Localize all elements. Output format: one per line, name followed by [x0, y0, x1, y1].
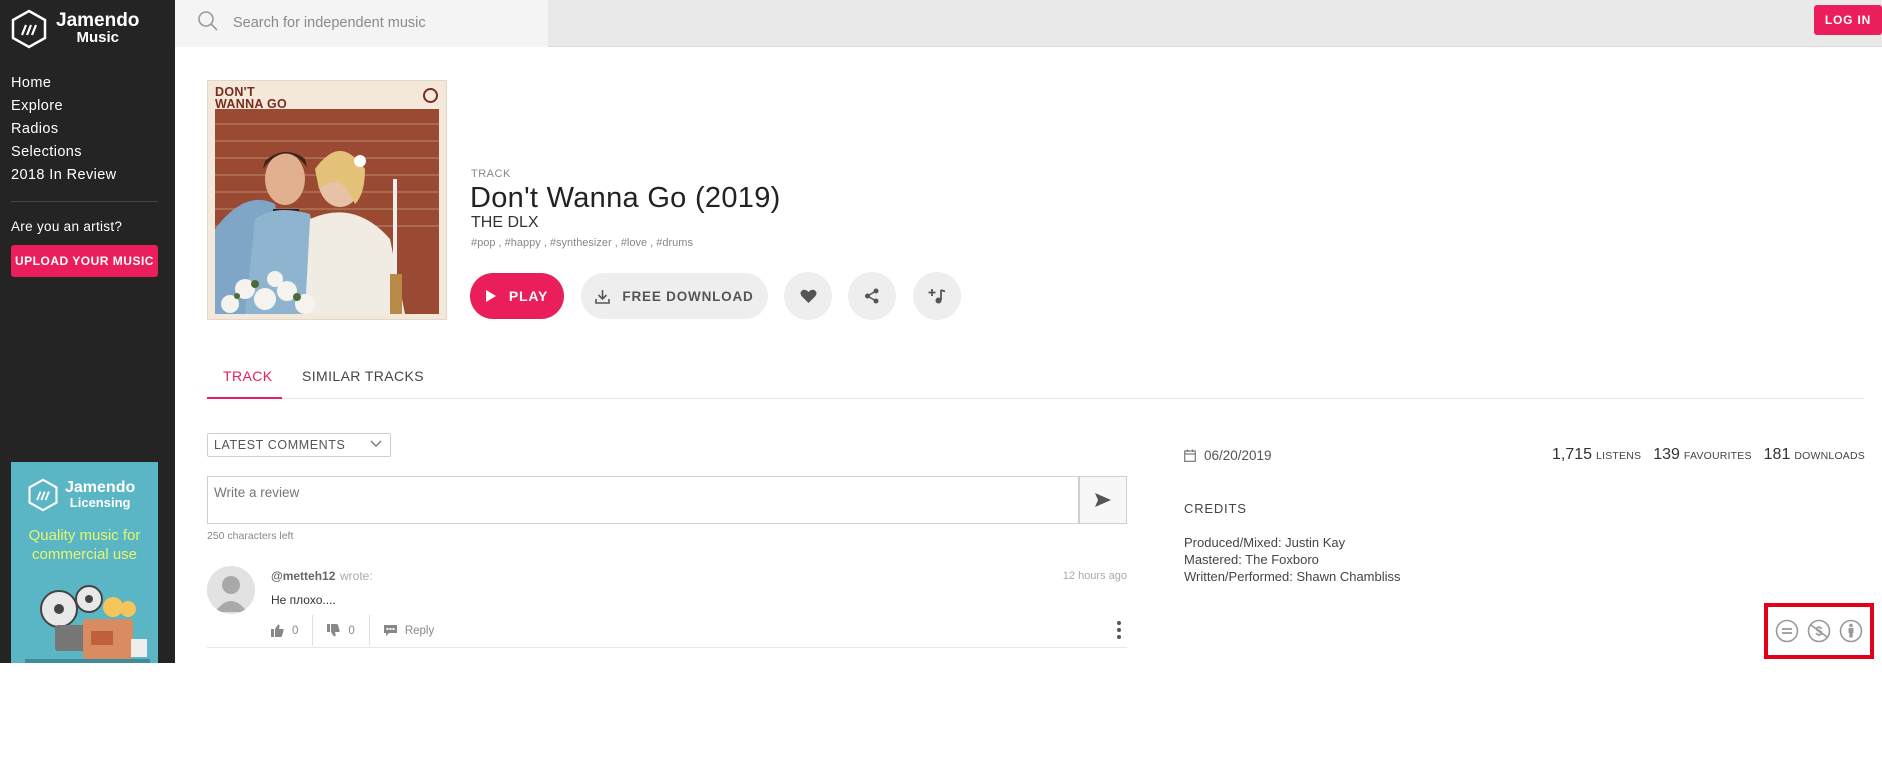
share-icon: [865, 288, 879, 304]
brand-subname: Music: [76, 29, 119, 46]
thumbs-down-icon: [327, 624, 341, 637]
favourites-count: 139: [1653, 446, 1680, 463]
listens-label: LISTENS: [1596, 450, 1642, 462]
upload-music-button[interactable]: UPLOAD YOUR MUSIC: [11, 245, 158, 277]
promo-brand-name: Jamendo: [65, 479, 136, 496]
artist-question: Are you an artist?: [11, 219, 123, 234]
comment-timestamp: 12 hours ago: [1062, 570, 1127, 582]
track-stats: 1,715 LISTENS 139 FAVOURITES 181 DOWNLOA…: [1552, 446, 1865, 464]
page-root: Jamendo Music Home Explore Radios Select…: [0, 0, 1882, 759]
album-cover[interactable]: DON'T WANNA GO: [207, 80, 447, 320]
default-avatar-icon: [207, 566, 255, 614]
license-icons-highlight: $: [1764, 603, 1874, 659]
comment-wrote-label: wrote:: [340, 569, 373, 583]
play-button[interactable]: PLAY: [470, 273, 564, 319]
brand-name: Jamendo: [56, 10, 140, 31]
licensing-promo-banner[interactable]: Jamendo Licensing Quality music for comm…: [11, 462, 158, 663]
sidebar-item-radios[interactable]: Radios: [11, 118, 117, 141]
credit-line: Produced/Mixed: Justin Kay: [1184, 535, 1346, 550]
calendar-icon: [1184, 449, 1196, 462]
track-type-label: TRACK: [471, 168, 511, 180]
release-date-value: 06/20/2019: [1204, 448, 1272, 463]
track-tags[interactable]: #pop , #happy , #synthesizer , #love , #…: [471, 237, 693, 249]
action-separator: [312, 615, 314, 646]
sidebar-item-home[interactable]: Home: [11, 72, 117, 95]
credit-line: Written/Performed: Shawn Chambliss: [1184, 569, 1401, 584]
comment-text: Не плохо....: [271, 593, 336, 607]
play-label: PLAY: [508, 288, 549, 304]
attribution-icon[interactable]: [1839, 619, 1863, 643]
like-button[interactable]: 0: [271, 615, 298, 646]
chevron-down-icon: [370, 440, 382, 447]
login-button[interactable]: LOG IN: [1814, 5, 1882, 35]
comment-actions: 0 0 Reply: [271, 615, 434, 646]
heart-icon: [800, 289, 816, 303]
downloads-label: DOWNLOADS: [1794, 450, 1865, 462]
reply-icon: [383, 625, 397, 636]
comment-username[interactable]: @metteh12: [271, 569, 335, 583]
action-separator: [368, 615, 370, 646]
avatar[interactable]: [207, 566, 255, 614]
reply-button[interactable]: Reply: [383, 615, 435, 646]
sidebar-divider: [11, 201, 158, 202]
promo-brand-sub: Licensing: [69, 495, 131, 510]
jamendo-logo[interactable]: Jamendo Music: [10, 9, 139, 49]
content-tabs: TRACK SIMILAR TRACKS: [207, 356, 1864, 399]
review-textarea[interactable]: [207, 476, 1079, 524]
add-to-playlist-button[interactable]: [913, 272, 961, 320]
licensing-logo: Jamendo Licensing: [27, 478, 135, 512]
comment-item: @metteh12 wrote: 12 hours ago Не плохо..…: [207, 566, 1127, 648]
active-tab-indicator: [207, 397, 282, 399]
thumbs-up-icon: [271, 624, 284, 637]
tab-similar-tracks[interactable]: SIMILAR TRACKS: [302, 368, 424, 384]
add-to-playlist-icon: [928, 289, 946, 304]
sidebar-item-explore[interactable]: Explore: [11, 95, 117, 118]
sidebar-nav: Home Explore Radios Selections 2018 In R…: [11, 72, 117, 187]
characters-left-counter: 250 characters left: [207, 530, 294, 542]
search-icon[interactable]: [197, 10, 219, 32]
favourites-label: FAVOURITES: [1683, 450, 1752, 462]
sidebar: Jamendo Music Home Explore Radios Select…: [0, 0, 175, 663]
tab-track[interactable]: TRACK: [223, 368, 272, 384]
non-commercial-icon[interactable]: $: [1807, 619, 1831, 643]
like-count: 0: [292, 624, 299, 637]
cover-label-badge-icon: [423, 88, 438, 103]
share-button[interactable]: [848, 272, 896, 320]
track-title: Don't Wanna Go (2019): [470, 182, 781, 214]
jamendo-hexagon-icon: [11, 9, 47, 49]
credit-line: Mastered: The Foxboro: [1184, 552, 1319, 567]
sidebar-item-selections[interactable]: Selections: [11, 141, 117, 164]
free-download-button[interactable]: FREE DOWNLOAD: [581, 273, 768, 319]
credits-heading: CREDITS: [1184, 501, 1247, 516]
cover-photo-image: [215, 109, 439, 314]
free-download-label: FREE DOWNLOAD: [622, 288, 754, 304]
comment-sort-value: LATEST COMMENTS: [214, 438, 346, 452]
play-icon: [485, 290, 496, 302]
listens-count: 1,715: [1552, 446, 1593, 463]
dislike-count: 0: [348, 624, 355, 637]
favourite-button[interactable]: [784, 272, 832, 320]
downloads-count: 181: [1763, 446, 1791, 463]
send-review-button[interactable]: [1079, 476, 1127, 524]
film-projector-illustration: [25, 577, 150, 663]
brand-text: Jamendo Music: [56, 10, 140, 46]
comment-sort-select[interactable]: LATEST COMMENTS: [207, 433, 391, 457]
promo-tagline: Quality music for commercial use: [28, 527, 141, 563]
dislike-button[interactable]: 0: [327, 615, 355, 646]
artist-name-link[interactable]: THE DLX: [471, 214, 539, 232]
send-icon: [1095, 493, 1111, 507]
search-box[interactable]: [175, 0, 548, 47]
more-options-icon[interactable]: [1117, 621, 1121, 639]
search-input[interactable]: [233, 11, 533, 35]
top-bar: LOG IN: [175, 0, 1882, 47]
jamendo-hexagon-icon: [28, 478, 58, 512]
cover-title-text: DON'T WANNA GO: [215, 85, 288, 111]
release-date: 06/20/2019: [1184, 448, 1272, 463]
download-icon: [595, 289, 611, 304]
no-derivatives-icon[interactable]: [1775, 619, 1799, 643]
sidebar-item-2018-in-review[interactable]: 2018 In Review: [11, 164, 117, 187]
credits-list: Produced/Mixed: Justin Kay Mastered: The…: [1184, 534, 1401, 585]
reply-label: Reply: [404, 624, 435, 637]
